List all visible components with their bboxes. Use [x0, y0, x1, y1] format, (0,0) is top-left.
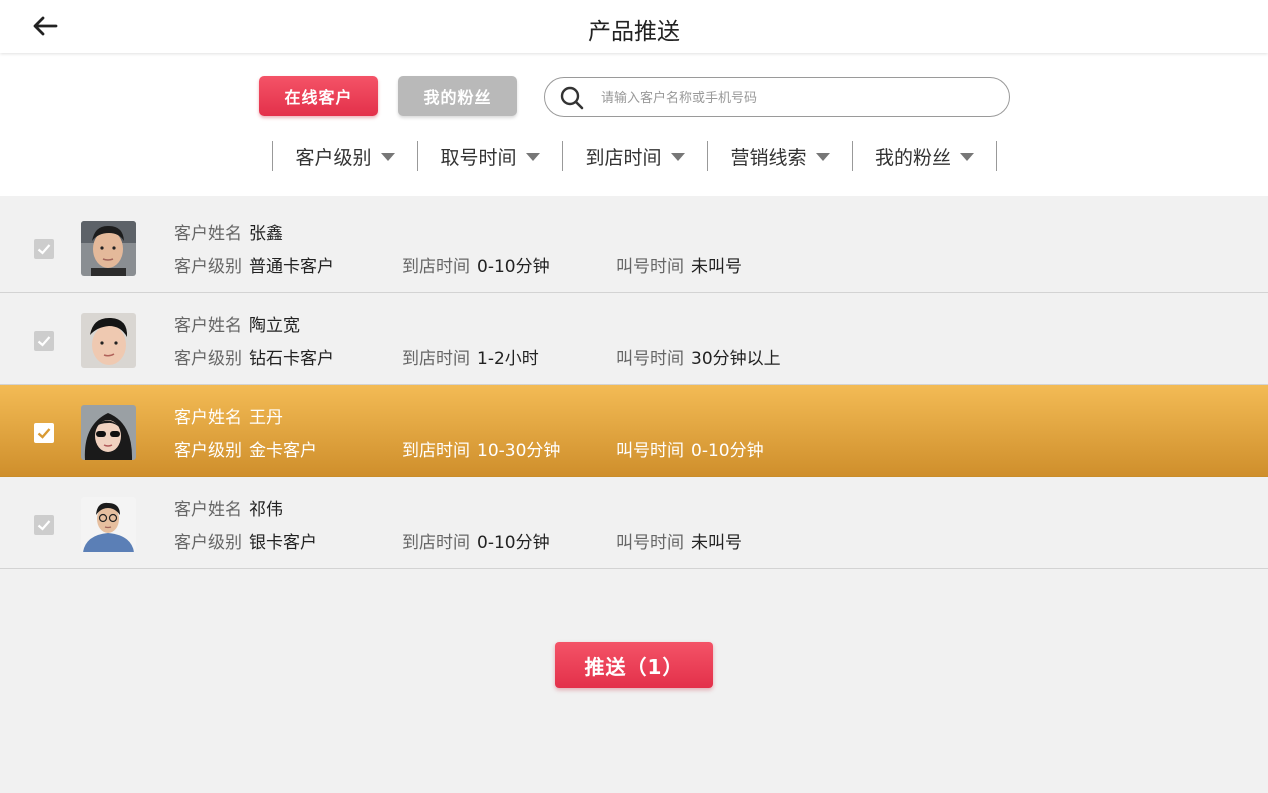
search-box — [544, 77, 1010, 117]
label-call: 叫号时间 — [616, 349, 684, 369]
caret-down-icon — [380, 153, 395, 161]
customer-row[interactable]: 客户姓名 陶立宽 客户级别 钻石卡客户 到店时间 1-2小时 叫号时间 30分钟以上 — [0, 293, 1268, 385]
customer-level: 金卡客户 — [249, 441, 317, 461]
call-time: 未叫号 — [691, 533, 742, 553]
call-time: 30分钟以上 — [691, 349, 781, 369]
arrival-time: 0-10分钟 — [477, 257, 550, 277]
tab-arrival-time[interactable]: 到店时间 — [562, 141, 707, 171]
label-name: 客户姓名 — [174, 316, 242, 336]
label-name: 客户姓名 — [174, 500, 242, 520]
arrival-time: 10-30分钟 — [477, 441, 561, 461]
caret-down-icon — [815, 153, 830, 161]
level-line: 客户级别 金卡客户 — [174, 436, 317, 461]
caret-down-icon — [525, 153, 540, 161]
call-line: 叫号时间 未叫号 — [616, 528, 742, 553]
tab-ticket-time[interactable]: 取号时间 — [417, 141, 562, 171]
label-arrival: 到店时间 — [402, 257, 470, 277]
level-line: 客户级别 钻石卡客户 — [174, 344, 334, 369]
caret-down-icon — [960, 153, 974, 161]
arrival-line: 到店时间 0-10分钟 — [402, 252, 550, 277]
label-name: 客户姓名 — [174, 408, 242, 428]
customer-level: 普通卡客户 — [249, 257, 334, 277]
avatar — [81, 313, 136, 368]
caret-down-icon — [670, 153, 685, 161]
filter-panel: 在线客户 我的粉丝 客户级别 取号时间 到店时间 营销线索 我的粉丝 — [0, 53, 1268, 196]
row-checkbox[interactable] — [34, 239, 54, 259]
tab-label: 取号时间 — [440, 146, 517, 169]
label-call: 叫号时间 — [616, 257, 684, 277]
label-name: 客户姓名 — [174, 224, 242, 244]
name-line: 客户姓名 陶立宽 — [174, 311, 300, 336]
label-level: 客户级别 — [174, 533, 242, 553]
label-level: 客户级别 — [174, 257, 242, 277]
call-line: 叫号时间 30分钟以上 — [616, 344, 781, 369]
label-arrival: 到店时间 — [402, 441, 470, 461]
tab-my-fans[interactable]: 我的粉丝 — [852, 141, 997, 171]
arrival-time: 1-2小时 — [477, 349, 539, 369]
arrival-line: 到店时间 1-2小时 — [402, 344, 539, 369]
label-arrival: 到店时间 — [402, 533, 470, 553]
search-icon — [560, 86, 584, 110]
customer-name: 张鑫 — [249, 224, 283, 244]
arrival-line: 到店时间 0-10分钟 — [402, 528, 550, 553]
customer-row-selected[interactable]: 客户姓名 王丹 客户级别 金卡客户 到店时间 10-30分钟 叫号时间 0-10分钟 — [0, 385, 1268, 477]
tab-label: 我的粉丝 — [874, 146, 951, 169]
tab-label: 营销线索 — [730, 146, 807, 169]
customer-level: 钻石卡客户 — [249, 349, 334, 369]
customer-list: 客户姓名 张鑫 客户级别 普通卡客户 到店时间 0-10分钟 叫号时间 未叫号 客户姓名… — [0, 201, 1268, 569]
avatar — [81, 497, 136, 552]
label-level: 客户级别 — [174, 349, 242, 369]
row-checkbox[interactable] — [34, 515, 54, 535]
label-call: 叫号时间 — [616, 533, 684, 553]
customer-row[interactable]: 客户姓名 祁伟 客户级别 银卡客户 到店时间 0-10分钟 叫号时间 未叫号 — [0, 477, 1268, 569]
call-time: 0-10分钟 — [691, 441, 764, 461]
level-line: 客户级别 银卡客户 — [174, 528, 317, 553]
my-fans-button[interactable]: 我的粉丝 — [398, 76, 517, 116]
label-level: 客户级别 — [174, 441, 242, 461]
label-arrival: 到店时间 — [402, 349, 470, 369]
tab-label: 到店时间 — [585, 146, 662, 169]
checkmark-icon — [37, 244, 51, 255]
customer-level: 银卡客户 — [249, 533, 317, 553]
tab-customer-level[interactable]: 客户级别 — [272, 141, 417, 171]
avatar — [81, 221, 136, 276]
call-line: 叫号时间 未叫号 — [616, 252, 742, 277]
row-checkbox[interactable] — [34, 331, 54, 351]
search-input[interactable] — [601, 86, 991, 110]
name-line: 客户姓名 王丹 — [174, 403, 283, 428]
call-line: 叫号时间 0-10分钟 — [616, 436, 764, 461]
name-line: 客户姓名 祁伟 — [174, 495, 283, 520]
customer-name: 祁伟 — [249, 500, 283, 520]
filter-tabs: 客户级别 取号时间 到店时间 营销线索 我的粉丝 — [272, 141, 997, 171]
customer-name: 王丹 — [249, 408, 283, 428]
arrival-line: 到店时间 10-30分钟 — [402, 436, 560, 461]
arrival-time: 0-10分钟 — [477, 533, 550, 553]
tab-label: 客户级别 — [295, 146, 372, 169]
label-call: 叫号时间 — [616, 441, 684, 461]
push-button[interactable]: 推送（1） — [555, 642, 713, 688]
checkmark-icon — [37, 428, 51, 439]
level-line: 客户级别 普通卡客户 — [174, 252, 334, 277]
avatar — [81, 405, 136, 460]
page-title: 产品推送 — [588, 19, 680, 45]
customer-row[interactable]: 客户姓名 张鑫 客户级别 普通卡客户 到店时间 0-10分钟 叫号时间 未叫号 — [0, 201, 1268, 293]
checkmark-icon — [37, 520, 51, 531]
row-checkbox-checked[interactable] — [34, 423, 54, 443]
checkmark-icon — [37, 336, 51, 347]
call-time: 未叫号 — [691, 257, 742, 277]
online-customers-button[interactable]: 在线客户 — [259, 76, 378, 116]
name-line: 客户姓名 张鑫 — [174, 219, 283, 244]
customer-name: 陶立宽 — [249, 316, 300, 336]
tab-marketing-leads[interactable]: 营销线索 — [707, 141, 852, 171]
top-bar: 产品推送 — [0, 0, 1268, 53]
